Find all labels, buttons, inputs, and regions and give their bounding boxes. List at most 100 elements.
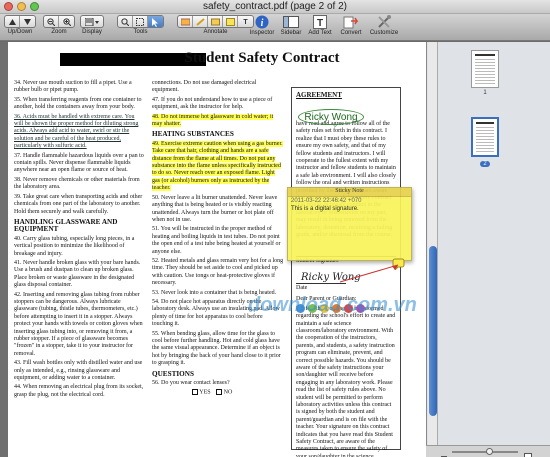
- rule-38: 38. Never remove chemicals or other mate…: [14, 176, 140, 191]
- zoom-label: Zoom: [51, 29, 67, 35]
- zoom-out-button[interactable]: [44, 16, 59, 27]
- rule-39: 39. Take great care when transporting ac…: [14, 193, 143, 215]
- no-label: NO: [223, 389, 233, 396]
- rule-50: 50. Never leave a lit burner unattended.…: [152, 194, 278, 223]
- page-up-button[interactable]: [5, 16, 20, 27]
- sticky-note-text[interactable]: This is a digital signature.: [288, 205, 411, 213]
- svg-text:i: i: [261, 18, 264, 29]
- watermark-text: download.com.vn: [248, 294, 417, 316]
- rule-36: 36. Acids must be handled with extreme c…: [14, 113, 139, 150]
- yes-checkbox[interactable]: [192, 389, 198, 396]
- sidebar-label: Sidebar: [280, 30, 302, 36]
- add-text-icon: T: [312, 15, 328, 29]
- page-down-button[interactable]: [20, 16, 35, 27]
- page-number-1: 1: [483, 90, 487, 96]
- annotate-group: T Annotate: [177, 15, 254, 35]
- glassware-heading: HANDLING GLASSWARE AND EQUIPMENT: [14, 217, 118, 234]
- column-1: 34. Never use mouth suction to fill a pi…: [14, 80, 144, 401]
- window-title: safety_contract.pdf (page 2 of 2): [203, 1, 347, 12]
- document-title: Student Safety Contract: [184, 50, 340, 66]
- text-select-tool-icon[interactable]: [118, 16, 133, 27]
- sticky-note[interactable]: Sticky Note 2011-03-22 22:46:42 +070 Thi…: [287, 187, 412, 261]
- preview-window: safety_contract.pdf (page 2 of 2) Up/Dow…: [0, 0, 550, 457]
- display-label: Display: [82, 29, 102, 35]
- sidebar-button[interactable]: Sidebar: [279, 15, 303, 36]
- agreement-heading: AGREEMENT: [296, 91, 342, 99]
- parent-text: We feel that you should be informed rega…: [296, 305, 396, 457]
- thumbnail-small-icon: [441, 449, 447, 457]
- pointer-tool-icon[interactable]: [148, 16, 163, 27]
- annotate-label: Annotate: [203, 29, 228, 35]
- rule-49-highlight: 49. Exercise extreme caution when using …: [152, 140, 283, 192]
- add-text-button[interactable]: T Add Text: [305, 15, 335, 36]
- title-bar: safety_contract.pdf (page 2 of 2): [0, 0, 550, 14]
- convert-button[interactable]: Convert: [338, 15, 364, 36]
- tools-icon: [376, 15, 392, 29]
- rule-47: 47. If you do not understand how to use …: [152, 96, 273, 111]
- zoom-in-button[interactable]: [59, 16, 74, 27]
- rule-42: 42. Inserting and removing glass tubing …: [14, 291, 143, 357]
- scrollbar-thumb[interactable]: [429, 246, 437, 416]
- annotate-control[interactable]: T: [177, 15, 254, 28]
- rule-48-highlight: 48. Do not immerse hot glassware in cold…: [152, 113, 274, 128]
- shape-tool-icon[interactable]: [208, 16, 223, 27]
- questions-heading: QUESTIONS: [152, 369, 194, 378]
- updown-label: Up/Down: [7, 29, 33, 35]
- rule-35: 35. When transferring reagents from one …: [14, 96, 142, 111]
- display-group: Display: [80, 15, 104, 35]
- highlight-tool-icon[interactable]: [178, 16, 193, 27]
- customize-button[interactable]: Customize: [366, 15, 402, 36]
- display-menu-button[interactable]: [81, 16, 103, 27]
- tools-group: Tools: [117, 15, 164, 35]
- convert-label: Convert: [340, 30, 362, 36]
- rule-49: 49. Exercise extreme caution when using …: [152, 140, 284, 193]
- pdf-page: Student Safety Contract 34. Never use mo…: [8, 42, 426, 457]
- column-2: connections. Do not use damaged electric…: [152, 80, 284, 399]
- add-text-label: Add Text: [308, 30, 332, 36]
- question-56: 56. Do you wear contact lenses?: [152, 380, 230, 387]
- thumbnail-large-icon: [524, 448, 532, 457]
- date-label: Date: [296, 282, 346, 292]
- rule-48: 48. Do not immerse hot glassware in cold…: [152, 113, 284, 129]
- rule-51: 51. You will be instructed in the proper…: [152, 226, 281, 255]
- thumbnail-size-slider[interactable]: [452, 451, 518, 453]
- info-icon: i: [254, 15, 270, 29]
- svg-text:T: T: [317, 18, 323, 29]
- name-annotation-oval[interactable]: Ricky Wong: [298, 109, 364, 125]
- zoom-group: Zoom: [43, 15, 75, 35]
- sticky-note-date: 2011-03-22 22:46:42 +070: [291, 198, 362, 204]
- tools-control[interactable]: [117, 15, 164, 28]
- toolbar: Up/Down Zoom Display Tools T Annotate i …: [0, 14, 550, 41]
- display-control[interactable]: [80, 15, 104, 28]
- yes-label: YES: [199, 389, 211, 396]
- rule-43: 43. Fill wash bottles only with distille…: [14, 360, 143, 382]
- rule-52: 52. Heated metals and glass remain very …: [152, 257, 284, 287]
- page-thumbnail-1[interactable]: [471, 50, 499, 88]
- page-number-2-badge: 2: [480, 161, 490, 167]
- updown-control[interactable]: [4, 15, 36, 28]
- note-tool-icon[interactable]: [223, 16, 238, 27]
- zoom-control[interactable]: [43, 15, 75, 28]
- rule-40: 40. Carry glass tubing, especially long …: [14, 235, 135, 257]
- tools-label: Tools: [133, 29, 148, 35]
- sidebar-icon: [283, 15, 299, 29]
- note-arrow-icon: [339, 264, 399, 283]
- page-thumbnail-2[interactable]: [471, 117, 499, 157]
- rule-41: 41. Never handle broken glass with your …: [14, 259, 141, 289]
- yes-no-row: YES NO: [152, 389, 284, 397]
- document-view[interactable]: Student Safety Contract 34. Never use mo…: [0, 42, 426, 457]
- customize-label: Customize: [369, 30, 399, 36]
- no-checkbox[interactable]: [216, 389, 223, 396]
- rule-34: 34. Never use mouth suction to fill a pi…: [14, 80, 132, 94]
- rule-37: 37. Handle flammable hazardous liquids o…: [14, 152, 144, 174]
- pencil-tool-icon[interactable]: [193, 16, 208, 27]
- page-number-2: 2: [471, 161, 499, 167]
- thumbnail-sidebar: [426, 42, 550, 457]
- select-tool-icon[interactable]: [133, 16, 148, 27]
- heating-heading: HEATING SUBSTANCES: [152, 130, 234, 139]
- inspector-button[interactable]: i Inspector: [249, 15, 275, 36]
- convert-icon: [343, 15, 359, 29]
- thumbnail-size-knob[interactable]: [486, 448, 493, 455]
- rule-55: 55. When bending glass, allow time for t…: [152, 330, 281, 367]
- rule-46-cont: connections. Do not use damaged electric…: [152, 80, 257, 94]
